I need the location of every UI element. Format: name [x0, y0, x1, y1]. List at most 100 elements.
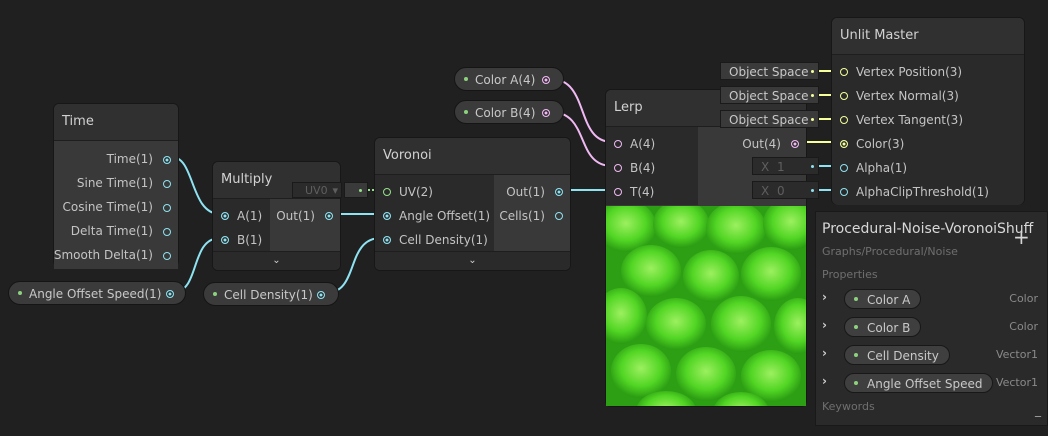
blackboard-property-row[interactable]: › Angle Offset Speed Vector1	[822, 373, 1038, 393]
time-output-delta[interactable]: Delta Time(1)	[71, 219, 153, 243]
voronoi-input-angle-offset[interactable]: Angle Offset(1)	[399, 204, 490, 228]
voronoi-out-port[interactable]	[555, 188, 563, 196]
lerp-input-b[interactable]: B(4)	[630, 156, 655, 180]
voronoi-uv-dropdown[interactable]: UV0 ▾	[292, 182, 342, 198]
time-output-sine[interactable]: Sine Time(1)	[77, 171, 153, 195]
voronoi-input-cell-density[interactable]: Cell Density(1)	[399, 228, 488, 252]
field-dot-icon	[811, 70, 814, 73]
chevron-right-icon[interactable]: ›	[822, 318, 827, 332]
master-input-alpha[interactable]: Alpha(1)	[856, 156, 907, 180]
lerp-preview-image	[606, 206, 806, 406]
property-dot-icon	[213, 292, 217, 296]
property-pill[interactable]: Color B	[844, 317, 922, 337]
lerp-input-t[interactable]: T(4)	[630, 180, 654, 204]
lerp-b-port[interactable]	[614, 164, 622, 172]
lerp-a-port[interactable]	[614, 140, 622, 148]
multiply-output-out[interactable]: Out(1)	[276, 204, 315, 228]
property-pill[interactable]: Cell Density	[844, 345, 950, 365]
blackboard-property-row[interactable]: › Color B Color	[822, 317, 1038, 337]
master-input-vertex-normal[interactable]: Vertex Normal(3)	[856, 84, 959, 108]
multiply-expand-chevron-icon[interactable]: ⌄	[213, 251, 340, 270]
field-dot-icon	[811, 118, 814, 121]
angle-offset-speed-port[interactable]	[166, 290, 174, 298]
voronoi-node[interactable]: Voronoi UV(2) Angle Offset(1) Cell Densi…	[374, 137, 571, 271]
chevron-right-icon[interactable]: ›	[822, 290, 827, 304]
master-input-vertex-tangent[interactable]: Vertex Tangent(3)	[856, 108, 963, 132]
lerp-out-port[interactable]	[791, 140, 799, 148]
master-input-color[interactable]: Color(3)	[856, 132, 904, 156]
blackboard-subtitle: Graphs/Procedural/Noise	[822, 245, 958, 258]
dropdown-arrow-icon: ▾	[332, 184, 338, 197]
time-node[interactable]: Time Time(1) Sine Time(1) Cosine Time(1)…	[53, 103, 179, 269]
chevron-right-icon[interactable]: ›	[822, 346, 827, 360]
voronoi-output-out[interactable]: Out(1)	[506, 180, 545, 204]
voronoi-density-port[interactable]	[383, 236, 391, 244]
alpha-clip-value-field[interactable]: X0	[752, 181, 819, 199]
property-type: Color	[1009, 320, 1038, 333]
blackboard-property-row[interactable]: › Color A Color	[822, 289, 1038, 309]
blackboard-panel[interactable]: Procedural-Noise-VoronoiShuff Graphs/Pro…	[815, 211, 1048, 426]
vertex-position-space-field[interactable]: Object Space	[720, 62, 819, 80]
field-dot-icon	[811, 165, 814, 168]
color-a-property-node[interactable]: Color A(4)	[454, 67, 564, 91]
chevron-right-icon[interactable]: ›	[822, 374, 827, 388]
property-dot-icon	[854, 381, 858, 385]
lerp-t-port[interactable]	[614, 188, 622, 196]
unlit-master-node[interactable]: Unlit Master Vertex Position(3) Vertex N…	[831, 17, 1025, 205]
property-dot-icon	[464, 77, 468, 81]
property-type: Vector1	[995, 348, 1038, 361]
blackboard-property-row[interactable]: › Cell Density Vector1	[822, 345, 1038, 365]
color-port[interactable]	[840, 140, 848, 148]
sine-time-port[interactable]	[163, 180, 171, 188]
vertex-normal-port[interactable]	[840, 92, 848, 100]
master-input-vertex-position[interactable]: Vertex Position(3)	[856, 60, 962, 84]
vertex-tangent-space-field[interactable]: Object Space	[720, 110, 819, 128]
multiply-input-b[interactable]: B(1)	[237, 228, 262, 252]
cosine-time-port[interactable]	[163, 204, 171, 212]
color-b-property-node[interactable]: Color B(4)	[454, 100, 564, 124]
voronoi-angle-port[interactable]	[383, 212, 391, 220]
vertex-position-port[interactable]	[840, 68, 848, 76]
voronoi-cells-port[interactable]	[555, 212, 563, 220]
vertex-tangent-port[interactable]	[840, 116, 848, 124]
voronoi-input-uv[interactable]: UV(2)	[399, 180, 433, 204]
voronoi-expand-chevron-icon[interactable]: ⌄	[375, 251, 570, 270]
time-output-time[interactable]: Time(1)	[107, 147, 153, 171]
multiply-out-port[interactable]	[325, 212, 333, 220]
multiply-b-port[interactable]	[221, 236, 229, 244]
voronoi-output-cells[interactable]: Cells(1)	[499, 204, 545, 228]
field-dot-icon	[811, 189, 814, 192]
alpha-value-field[interactable]: X1	[752, 157, 819, 175]
color-b-port[interactable]	[542, 109, 550, 117]
lerp-output-out[interactable]: Out(4)	[742, 132, 781, 156]
multiply-a-port[interactable]	[221, 212, 229, 220]
property-dot-icon	[854, 353, 858, 357]
cell-density-property-node[interactable]: Cell Density(1)	[203, 282, 339, 306]
property-pill[interactable]: Angle Offset Speed	[844, 373, 994, 393]
cell-density-port[interactable]	[317, 291, 325, 299]
smooth-delta-port[interactable]	[163, 252, 171, 260]
time-node-title: Time	[54, 104, 178, 141]
property-pill[interactable]: Color A	[844, 289, 922, 309]
multiply-input-a[interactable]: A(1)	[237, 204, 262, 228]
alpha-port[interactable]	[840, 164, 848, 172]
property-dot-icon	[18, 291, 22, 295]
angle-offset-speed-property-node[interactable]: Angle Offset Speed(1)	[8, 281, 186, 305]
alpha-clip-threshold-port[interactable]	[840, 188, 848, 196]
voronoi-node-title: Voronoi	[375, 138, 570, 175]
lerp-input-a[interactable]: A(4)	[630, 132, 655, 156]
color-a-port[interactable]	[542, 76, 550, 84]
voronoi-uv-field-connector	[344, 182, 368, 198]
blackboard-title: Procedural-Noise-VoronoiShuff	[822, 221, 1034, 237]
delta-time-port[interactable]	[163, 228, 171, 236]
voronoi-uv-port[interactable]	[383, 188, 391, 196]
master-input-alpha-clip-threshold[interactable]: AlphaClipThreshold(1)	[856, 180, 989, 204]
time-output-port[interactable]	[163, 156, 171, 164]
vertex-normal-space-field[interactable]: Object Space	[720, 86, 819, 104]
time-output-cosine[interactable]: Cosine Time(1)	[63, 195, 153, 219]
resize-handle-icon[interactable]: ─	[1035, 412, 1041, 423]
time-output-smooth-delta[interactable]: Smooth Delta(1)	[54, 243, 153, 267]
add-property-plus-icon[interactable]: +	[1013, 227, 1030, 247]
field-dot-icon	[811, 94, 814, 97]
multiply-node[interactable]: Multiply A(1) B(1) Out(1) ⌄	[212, 161, 341, 271]
